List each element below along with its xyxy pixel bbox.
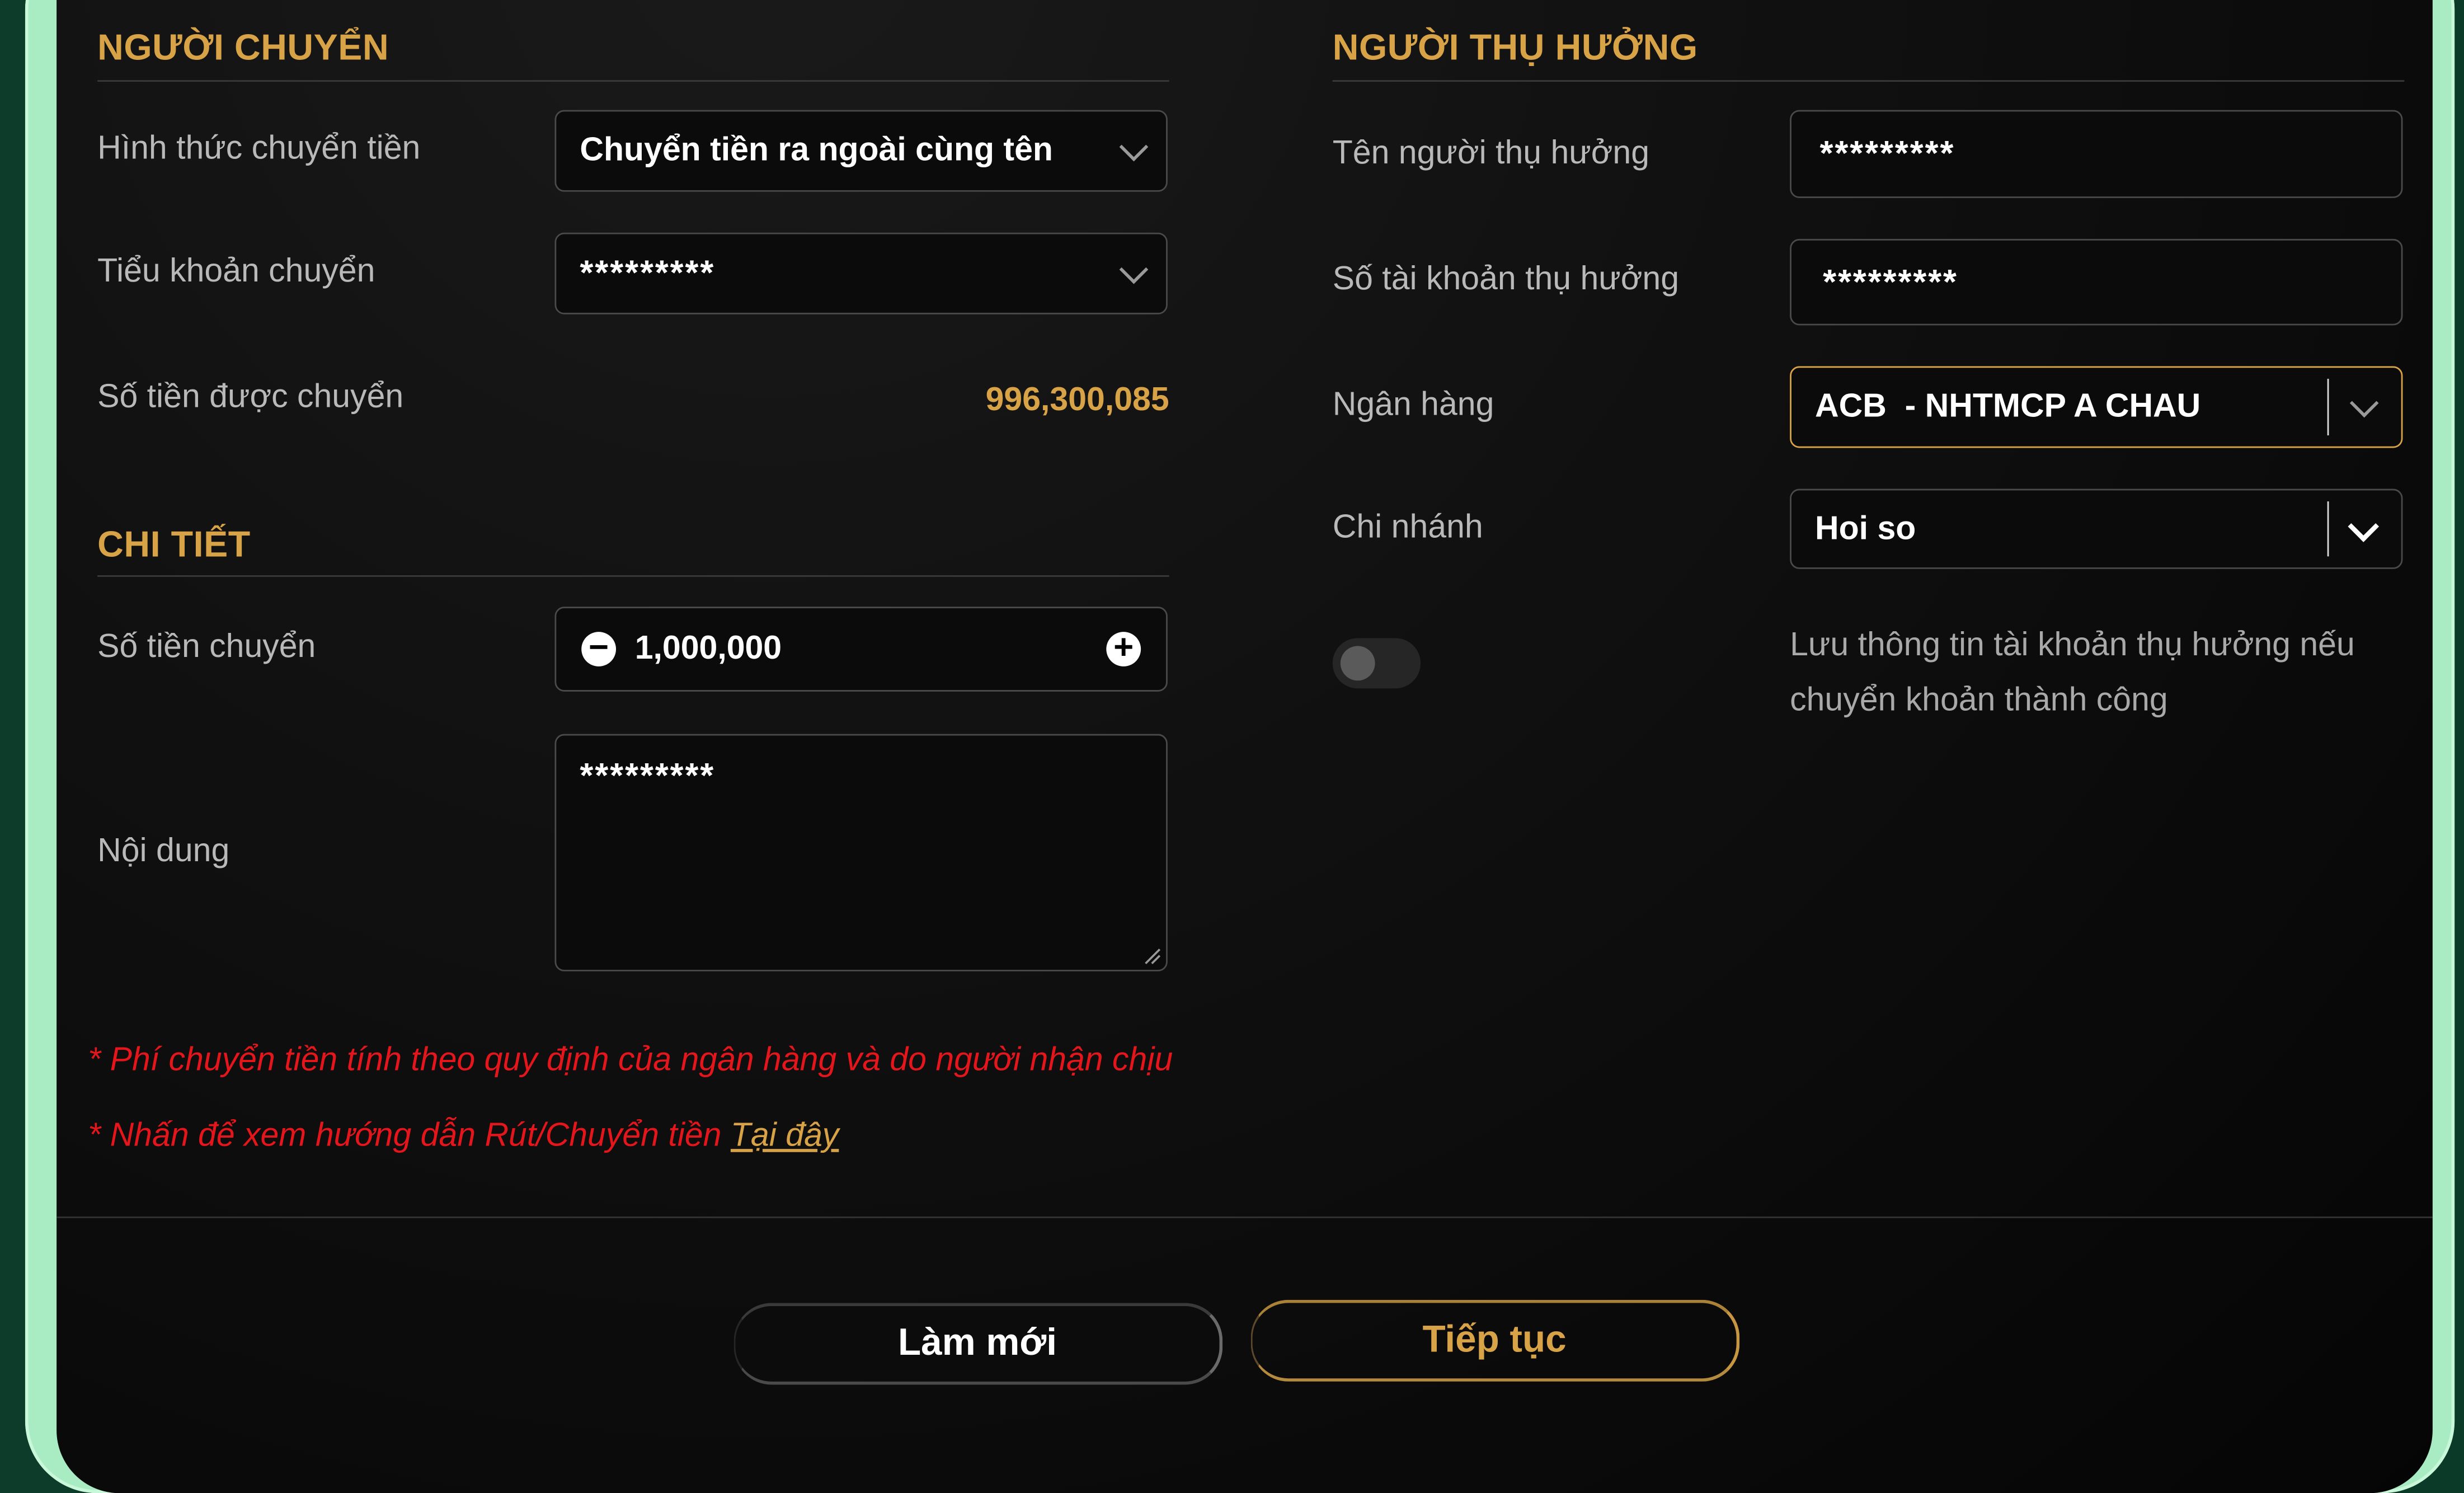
sub-account-label: Tiểu khoản chuyển — [97, 253, 375, 289]
save-beneficiary-line-1: Lưu thông tin tài khoản thụ hưởng nếu — [1790, 627, 2355, 664]
select-separator — [2326, 378, 2329, 436]
details-section-title: CHI TIẾT — [97, 523, 251, 565]
footer-divider — [57, 1216, 2433, 1218]
bank-label: Ngân hàng — [1332, 386, 1494, 423]
available-amount-value: 996,300,085 — [985, 382, 1169, 419]
save-beneficiary-label: Lưu thông tin tài khoản thụ hưởng nếu ch… — [1790, 618, 2355, 728]
beneficiary-divider — [1332, 80, 2405, 82]
beneficiary-account-value: ********* — [1823, 261, 1958, 301]
available-amount-label: Số tiền được chuyển — [97, 378, 404, 415]
resize-grip-icon[interactable] — [1144, 948, 1162, 965]
guide-note-text: * Nhấn để xem hướng dẫn Rút/Chuyển tiền — [88, 1117, 722, 1154]
branch-label: Chi nhánh — [1332, 509, 1483, 546]
content-label: Nội dung — [97, 833, 230, 870]
branch-select[interactable]: Hoi so — [1790, 489, 2403, 569]
transfer-type-select[interactable]: Chuyển tiền ra ngoài cùng tên — [554, 110, 1168, 192]
transfer-type-value: Chuyển tiền ra ngoài cùng tên — [580, 132, 1053, 168]
beneficiary-name-field[interactable]: ********* — [1790, 110, 2403, 198]
minus-circle-icon[interactable]: − — [581, 630, 617, 666]
guide-note: * Nhấn để xem hướng dẫn Rút/Chuyển tiền … — [88, 1118, 839, 1155]
chevron-down-icon[interactable] — [2349, 388, 2379, 418]
amount-label: Số tiền chuyển — [97, 628, 316, 665]
bank-select[interactable]: ACB - NHTMCP A CHAU — [1790, 366, 2403, 448]
beneficiary-name-label: Tên người thụ hưởng — [1332, 135, 1650, 172]
reset-button[interactable]: Làm mới — [733, 1303, 1223, 1385]
sub-account-select[interactable]: ********* — [554, 232, 1168, 314]
branch-value: Hoi so — [1815, 510, 1916, 547]
sub-account-value: ********* — [580, 253, 716, 293]
plus-circle-icon[interactable]: + — [1106, 630, 1141, 666]
bank-value: ACB - NHTMCP A CHAU — [1815, 388, 2201, 425]
chevron-down-icon — [1119, 132, 1149, 162]
chevron-down-icon — [1119, 255, 1149, 284]
details-divider — [97, 575, 1169, 577]
content-value: ********* — [580, 755, 716, 796]
save-beneficiary-toggle[interactable] — [1332, 638, 1421, 689]
toggle-knob — [1340, 646, 1375, 681]
beneficiary-account-field[interactable]: ********* — [1790, 238, 2403, 326]
select-separator — [2326, 501, 2329, 557]
sender-divider — [97, 80, 1169, 82]
guide-link[interactable]: Tại đây — [731, 1118, 839, 1154]
beneficiary-account-label: Số tài khoản thụ hưởng — [1332, 261, 1680, 297]
beneficiary-name-value: ********* — [1819, 133, 1955, 173]
sender-section-title: NGƯỜI CHUYỂN — [97, 26, 389, 68]
beneficiary-section-title: NGƯỜI THỤ HƯỞNG — [1332, 26, 1698, 68]
content-textarea[interactable]: ********* — [554, 734, 1168, 971]
amount-value: 1,000,000 — [634, 630, 782, 666]
amount-stepper[interactable]: − 1,000,000 + — [554, 607, 1168, 692]
fee-note: * Phí chuyển tiền tính theo quy định của… — [88, 1042, 1173, 1078]
chevron-down-icon[interactable] — [2348, 510, 2380, 542]
save-beneficiary-line-2: chuyển khoản thành công — [1790, 682, 2168, 719]
transfer-type-label: Hình thức chuyển tiền — [97, 130, 421, 167]
transfer-panel: NGƯỜI CHUYỂN Hình thức chuyển tiền Chuyể… — [57, 0, 2433, 1493]
continue-button[interactable]: Tiếp tục — [1250, 1299, 1740, 1382]
